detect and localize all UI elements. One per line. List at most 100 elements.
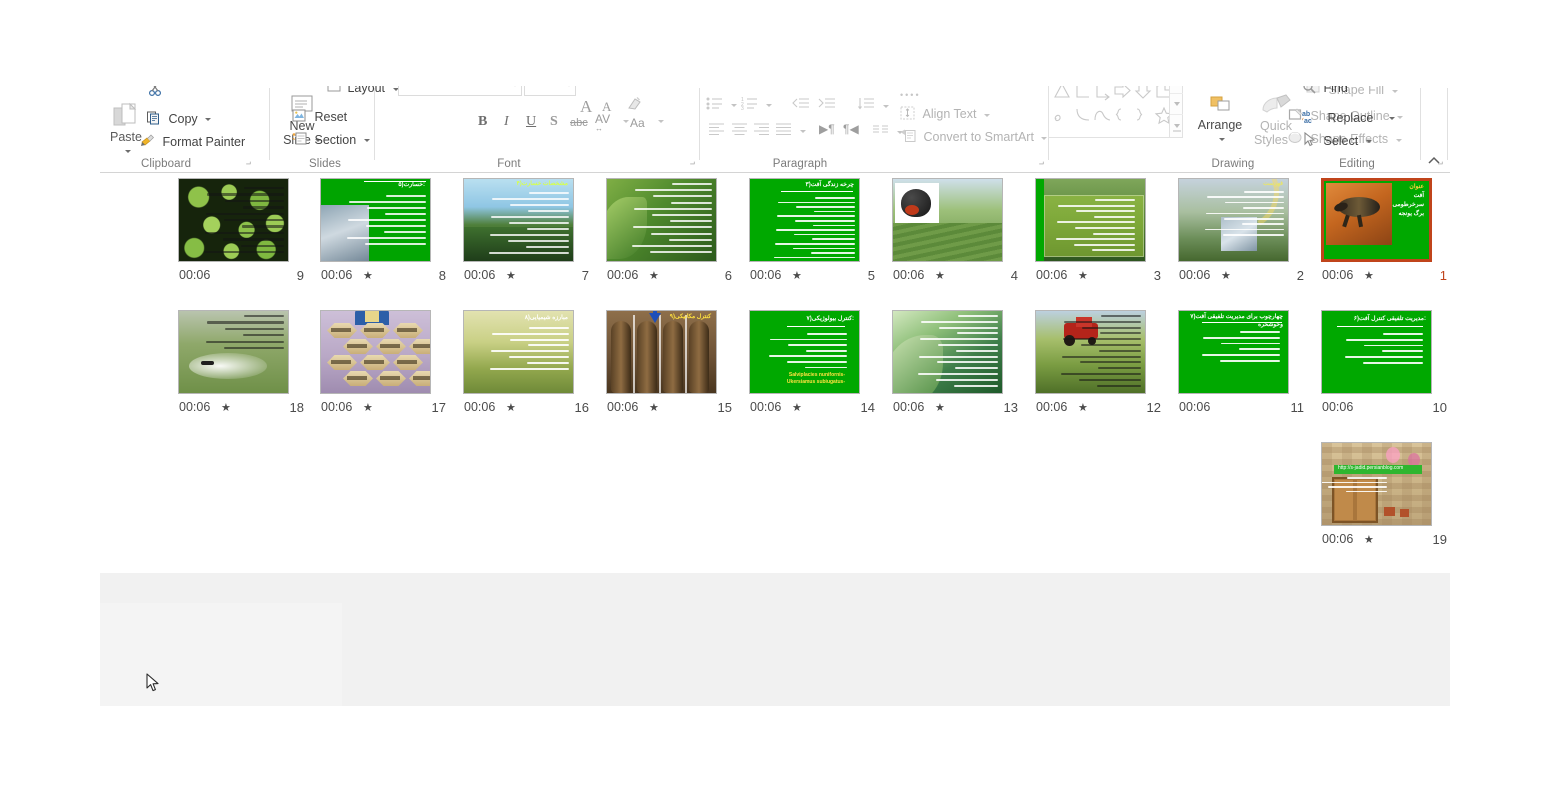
slide-thumbnail-frame[interactable]	[178, 310, 289, 394]
slide-thumbnail-frame[interactable]	[606, 178, 717, 262]
ltr-button[interactable]: ▶¶	[819, 122, 835, 136]
slide-transition-star-icon[interactable]: ★	[221, 401, 231, 414]
slide-transition-star-icon[interactable]: ★	[1364, 269, 1374, 282]
shapes-gallery[interactable]	[1048, 86, 1183, 138]
copy-button[interactable]: Copy	[146, 110, 212, 129]
section-button[interactable]: Section	[292, 131, 370, 150]
text-shadow-button[interactable]: S	[550, 114, 558, 130]
line-spacing-button[interactable]	[858, 97, 890, 115]
grow-font-button[interactable]: A	[580, 97, 592, 117]
font-name-chevron-down-icon[interactable]	[512, 86, 518, 87]
align-left-button[interactable]	[708, 122, 725, 140]
slide-thumbnail-19[interactable]: http://s-jadid.persianblog.com 00:06 ★ 19	[1321, 442, 1461, 562]
shapes-gallery-scrollbar[interactable]	[1169, 86, 1183, 137]
select-button[interactable]: Select	[1302, 131, 1372, 151]
reset-button[interactable]: Reset	[292, 108, 347, 127]
slide-thumbnail-frame[interactable]: ۳)چرخه زندگی آفت	[749, 178, 860, 262]
bold-button[interactable]: B	[478, 114, 487, 130]
slide-thumbnail-2[interactable]: فهرست 00:06 ★ 2	[1178, 178, 1318, 298]
slide-thumbnail-13[interactable]: 00:06 ★ 13	[892, 310, 1032, 430]
slide-thumbnail-18[interactable]: 00:06 ★ 18	[178, 310, 318, 430]
slide-sorter-workspace[interactable]: 00:06 9 ۵)خسارت: 00:06 ★ 8 ۴)مشخصات خسارت 0…	[100, 173, 1450, 706]
line-spacing-chevron-down-icon[interactable]	[883, 104, 890, 108]
numbering-chevron-down-icon[interactable]	[766, 104, 773, 107]
format-painter-button[interactable]: Format Painter	[140, 133, 245, 152]
select-chevron-down-icon[interactable]	[1365, 140, 1372, 143]
center-button[interactable]	[731, 122, 748, 140]
slide-thumbnail-10[interactable]: ۶)مدیریت تلفیقی کنترل آفت: 00:06 10	[1321, 310, 1461, 430]
slide-thumbnail-6[interactable]: 00:06 ★ 6	[606, 178, 746, 298]
find-button[interactable]: Find	[1302, 86, 1348, 98]
slide-transition-star-icon[interactable]: ★	[506, 269, 516, 282]
arrange-chevron-down-icon[interactable]	[1219, 138, 1225, 142]
slide-transition-star-icon[interactable]: ★	[649, 401, 659, 414]
slide-thumbnail-frame[interactable]: http://s-jadid.persianblog.com	[1321, 442, 1432, 526]
slide-transition-star-icon[interactable]: ★	[792, 269, 802, 282]
columns-button[interactable]	[872, 123, 904, 141]
strikethrough-button[interactable]: abc	[570, 117, 588, 129]
slide-transition-star-icon[interactable]: ★	[1078, 269, 1088, 282]
paragraph-dialog-launcher[interactable]	[1034, 159, 1044, 169]
shapes-gallery-more-button[interactable]	[1170, 115, 1183, 136]
arrange-button[interactable]: Arrange	[1192, 94, 1248, 145]
slide-thumbnail-frame[interactable]	[320, 310, 431, 394]
slide-transition-star-icon[interactable]: ★	[935, 269, 945, 282]
slide-transition-star-icon[interactable]: ★	[1364, 533, 1374, 546]
slide-transition-star-icon[interactable]: ★	[363, 269, 373, 282]
replace-chevron-down-icon[interactable]	[1388, 117, 1395, 120]
slide-transition-star-icon[interactable]: ★	[1221, 269, 1231, 282]
slide-transition-star-icon[interactable]: ★	[935, 401, 945, 414]
collapse-ribbon-button[interactable]: Collapse the Ribbon	[1426, 154, 1442, 170]
convert-to-smartart-button[interactable]: Convert to SmartArt	[900, 129, 1048, 147]
decrease-indent-button[interactable]	[792, 97, 809, 115]
slide-transition-star-icon[interactable]: ★	[363, 401, 373, 414]
rtl-button[interactable]: ¶◀	[843, 122, 859, 136]
font-name-combo[interactable]	[398, 86, 522, 96]
slide-thumbnail-frame[interactable]	[178, 178, 289, 262]
section-chevron-down-icon[interactable]	[363, 139, 370, 142]
numbering-button[interactable]: 1 2 3	[741, 96, 773, 115]
slide-transition-star-icon[interactable]: ★	[792, 401, 802, 414]
slide-thumbnail-11[interactable]: ۷)چهارچوب برای مدیریت تلفیقی آفت وخوشحره…	[1178, 310, 1318, 430]
align-text-button[interactable]: Align Text	[900, 106, 990, 124]
slide-thumbnail-17[interactable]: 00:06 ★ 17	[320, 310, 460, 430]
shapes-scroll-up-button[interactable]	[1170, 86, 1183, 95]
slide-thumbnail-3[interactable]: 00:06 ★ 3	[1035, 178, 1175, 298]
slide-thumbnail-frame[interactable]: ۹)کنترل مکانیکی	[606, 310, 717, 394]
slide-thumbnail-12[interactable]: 00:06 ★ 12	[1035, 310, 1175, 430]
justify-button[interactable]	[775, 122, 807, 140]
clipboard-dialog-launcher[interactable]	[241, 159, 251, 169]
replace-button[interactable]: ab ac Replace	[1302, 109, 1395, 128]
paste-chevron-down-icon[interactable]	[125, 150, 131, 154]
slide-thumbnail-16[interactable]: ۸)مبارزه شیمیایی 00:06 ★ 16	[463, 310, 603, 430]
font-size-combo[interactable]	[524, 86, 576, 96]
slide-thumbnail-frame[interactable]: ۵)خسارت:	[320, 178, 431, 262]
slide-thumbnail-frame[interactable]	[892, 310, 1003, 394]
slide-thumbnail-4[interactable]: 00:06 ★ 4	[892, 178, 1032, 298]
underline-button[interactable]: U	[526, 114, 536, 130]
font-size-chevron-down-icon[interactable]	[566, 86, 572, 87]
align-text-chevron-down-icon[interactable]	[983, 113, 990, 117]
justify-chevron-down-icon[interactable]	[800, 129, 807, 133]
slide-thumbnail-frame[interactable]: ۷)چهارچوب برای مدیریت تلفیقی آفت وخوشحره	[1178, 310, 1289, 394]
slide-thumbnail-frame[interactable]: فهرست	[1178, 178, 1289, 262]
slide-thumbnail-9[interactable]: 00:06 9	[178, 178, 318, 298]
align-right-button[interactable]	[753, 122, 770, 140]
slide-thumbnail-frame[interactable]	[1035, 310, 1146, 394]
slide-thumbnail-frame[interactable]: ۴)مشخصات خسارت	[463, 178, 574, 262]
slide-thumbnail-frame[interactable]	[892, 178, 1003, 262]
slide-transition-star-icon[interactable]: ★	[1078, 401, 1088, 414]
slide-transition-star-icon[interactable]: ★	[649, 269, 659, 282]
convert-to-smartart-chevron-down-icon[interactable]	[1041, 136, 1048, 140]
slide-grid[interactable]: 00:06 9 ۵)خسارت: 00:06 ★ 8 ۴)مشخصات خسارت 0…	[100, 173, 1450, 573]
shapes-scroll-down-button[interactable]	[1170, 94, 1183, 116]
slide-thumbnail-frame[interactable]: عنوان آفت سرخرطومی برگ یونجه	[1321, 178, 1432, 262]
slide-thumbnail-frame[interactable]: ۶)مدیریت تلفیقی کنترل آفت:	[1321, 310, 1432, 394]
slide-thumbnail-5[interactable]: ۳)چرخه زندگی آفت 00:06 ★ 5	[749, 178, 889, 298]
slide-thumbnail-frame[interactable]	[1035, 178, 1146, 262]
slide-thumbnail-frame[interactable]: ۸)مبارزه شیمیایی	[463, 310, 574, 394]
copy-chevron-down-icon[interactable]	[205, 118, 212, 121]
bullets-chevron-down-icon[interactable]	[731, 104, 738, 107]
slide-thumbnail-8[interactable]: ۵)خسارت: 00:06 ★ 8	[320, 178, 460, 298]
slide-thumbnail-1[interactable]: عنوان آفت سرخرطومی برگ یونجه 00:06 ★ 1	[1321, 178, 1461, 298]
